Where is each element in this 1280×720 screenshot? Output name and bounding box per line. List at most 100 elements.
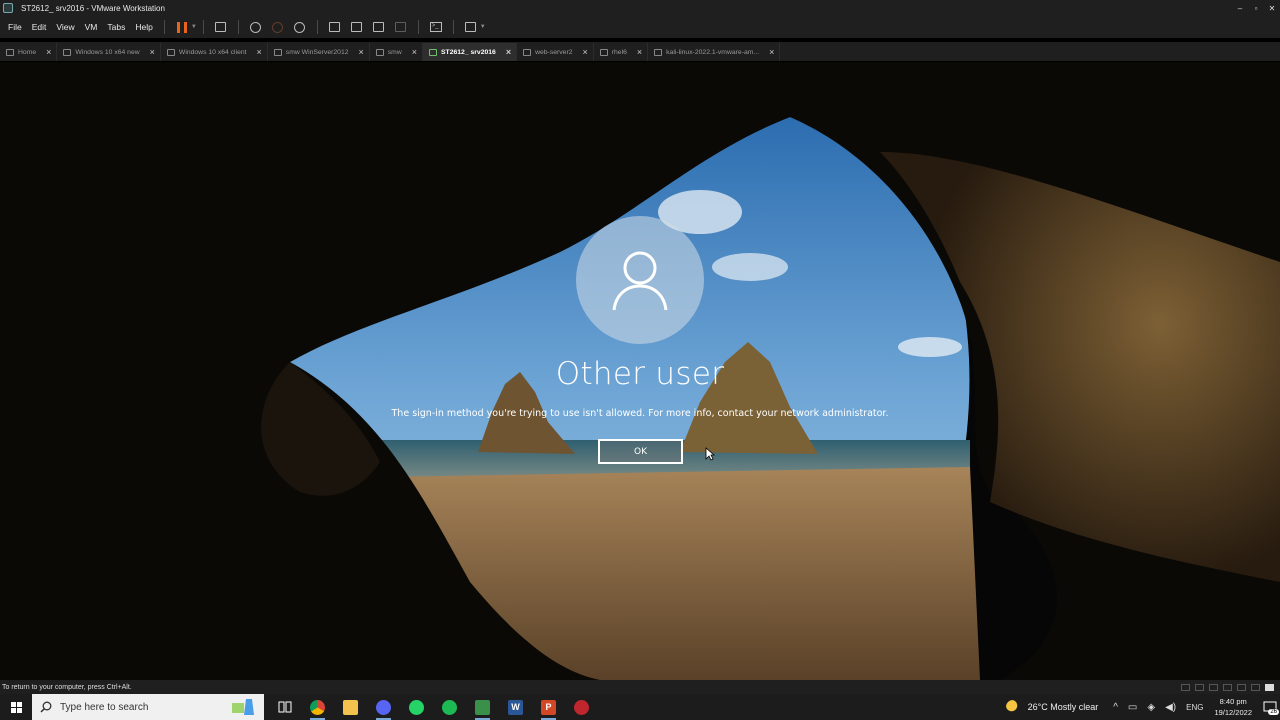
powerpoint-icon: P: [541, 699, 556, 715]
task-view-button[interactable]: [268, 694, 301, 720]
taskbar-word[interactable]: W: [499, 694, 532, 720]
network-adapter-icon[interactable]: [1209, 683, 1218, 691]
usb-icon[interactable]: [1223, 683, 1232, 691]
snapshot-icon: [250, 21, 262, 33]
vm-icon: [654, 48, 663, 56]
sign-in-panel: Other user The sign-in method you're try…: [0, 62, 1280, 680]
taskbar-other-app[interactable]: [565, 694, 598, 720]
toolbar-divider: [163, 20, 165, 34]
thumbnail-button[interactable]: [349, 19, 365, 35]
menu-vm[interactable]: VM: [80, 22, 103, 32]
menu-file[interactable]: File: [0, 22, 27, 32]
weather-widget[interactable]: 26°C Mostly clear: [1005, 700, 1098, 714]
tab-close-icon[interactable]: ×: [150, 47, 155, 57]
vm-console-screen[interactable]: Other user The sign-in method you're try…: [0, 62, 1280, 680]
volume-icon[interactable]: ◀): [1165, 702, 1176, 713]
unity-icon: [395, 22, 407, 32]
moon-icon: [1005, 700, 1020, 714]
send-ctrl-alt-del-button[interactable]: [213, 19, 229, 35]
menu-view[interactable]: View: [51, 22, 79, 32]
sound-card-icon[interactable]: [1237, 683, 1246, 691]
ok-button[interactable]: OK: [598, 439, 683, 464]
toolbar-divider: [316, 20, 318, 34]
vm-icon: [375, 48, 384, 56]
taskbar-chrome[interactable]: [301, 694, 334, 720]
taskbar-powerpoint[interactable]: P: [532, 694, 565, 720]
fullscreen-button[interactable]: [371, 19, 387, 35]
taskbar-search-box[interactable]: Type here to search: [32, 694, 264, 720]
notification-center-button[interactable]: 26: [1260, 697, 1280, 717]
menu-help[interactable]: Help: [130, 22, 157, 32]
tab-st2612-srv2016[interactable]: ST2612_ srv2016 ×: [423, 43, 518, 61]
vm-tabs: Home × Windows 10 x64 new × Windows 10 x…: [0, 42, 1280, 61]
hard-disk-icon[interactable]: [1181, 683, 1190, 691]
cd-dvd-icon[interactable]: [1195, 683, 1204, 691]
taskbar-vmware[interactable]: [466, 694, 499, 720]
network-icon[interactable]: ◈: [1147, 702, 1155, 713]
tab-kali-linux[interactable]: kali-linux-2022.1-vmware-am... ×: [648, 43, 781, 61]
tab-close-icon[interactable]: ×: [46, 47, 51, 57]
tab-close-icon[interactable]: ×: [412, 47, 417, 57]
tab-web-server2[interactable]: web-server2 ×: [517, 43, 594, 61]
revert-snapshot-button[interactable]: [270, 19, 286, 35]
windows-taskbar: Type here to search W P 26°C Mostly clea…: [0, 694, 1280, 720]
snapshot-manager-button[interactable]: [292, 19, 308, 35]
tab-label: Windows 10 x64 new: [75, 48, 140, 56]
language-indicator[interactable]: ENG: [1186, 703, 1203, 712]
unity-button[interactable]: [393, 19, 409, 35]
home-icon: [6, 48, 14, 56]
library-button[interactable]: [327, 19, 343, 35]
chevron-up-icon[interactable]: ^: [1113, 702, 1118, 713]
toolbar-divider: [452, 20, 454, 34]
maximize-button[interactable]: ▫: [1248, 4, 1264, 13]
discord-icon: [376, 699, 391, 715]
taskbar-spotify[interactable]: [433, 694, 466, 720]
send-ctrl-alt-del-icon: [215, 22, 227, 32]
whatsapp-icon: [409, 699, 424, 715]
search-highlight-icon: [232, 699, 254, 715]
minimize-button[interactable]: –: [1232, 4, 1248, 13]
menu-tabs[interactable]: Tabs: [102, 22, 130, 32]
device-status-icons: [1181, 683, 1280, 691]
tab-close-icon[interactable]: ×: [359, 47, 364, 57]
tab-close-icon[interactable]: ×: [583, 47, 588, 57]
search-icon: [40, 701, 52, 713]
tab-windows-10-x64-client[interactable]: Windows 10 x64 client ×: [161, 43, 268, 61]
clock-date: 19/12/2022: [1214, 708, 1252, 717]
tab-smw[interactable]: smw ×: [370, 43, 424, 61]
user-icon: [612, 251, 668, 311]
tab-rhel6[interactable]: rhel6 ×: [594, 43, 649, 61]
vm-icon: [273, 48, 282, 56]
taskbar-discord[interactable]: [367, 694, 400, 720]
library-icon: [329, 22, 341, 32]
tab-close-icon[interactable]: ×: [257, 47, 262, 57]
stretch-dropdown-icon[interactable]: ▼: [480, 24, 486, 30]
tab-home[interactable]: Home ×: [0, 43, 58, 61]
console-button[interactable]: >_: [428, 19, 444, 35]
tab-close-icon[interactable]: ×: [637, 47, 642, 57]
app-icon: [574, 699, 589, 715]
title-bar: ST2612_ srv2016 - VMware Workstation – ▫…: [0, 0, 1280, 16]
tab-smw-winserver2012[interactable]: smw WinServer2012 ×: [268, 43, 370, 61]
clock[interactable]: 8:40 pm 19/12/2022: [1214, 696, 1252, 718]
snapshot-manager-icon: [294, 21, 306, 33]
close-button[interactable]: ✕: [1264, 4, 1280, 13]
start-button[interactable]: [0, 694, 32, 720]
meet-now-icon[interactable]: ▭: [1128, 702, 1137, 713]
tab-close-icon[interactable]: ×: [769, 47, 774, 57]
tab-label: smw: [387, 48, 402, 56]
status-bar: To return to your computer, press Ctrl+A…: [0, 680, 1280, 694]
message-log-icon[interactable]: [1265, 683, 1274, 691]
pause-button[interactable]: [174, 19, 190, 35]
stretch-icon: [465, 22, 477, 32]
take-snapshot-button[interactable]: [248, 19, 264, 35]
taskbar-whatsapp[interactable]: [400, 694, 433, 720]
stretch-button[interactable]: [463, 19, 479, 35]
tab-windows-10-x64-new[interactable]: Windows 10 x64 new ×: [57, 43, 161, 61]
tab-close-icon[interactable]: ×: [506, 47, 511, 57]
menu-edit[interactable]: Edit: [27, 22, 52, 32]
display-icon[interactable]: [1251, 683, 1260, 691]
task-view-icon: [278, 701, 291, 713]
taskbar-file-explorer[interactable]: [334, 694, 367, 720]
pause-dropdown-icon[interactable]: ▼: [191, 24, 197, 30]
